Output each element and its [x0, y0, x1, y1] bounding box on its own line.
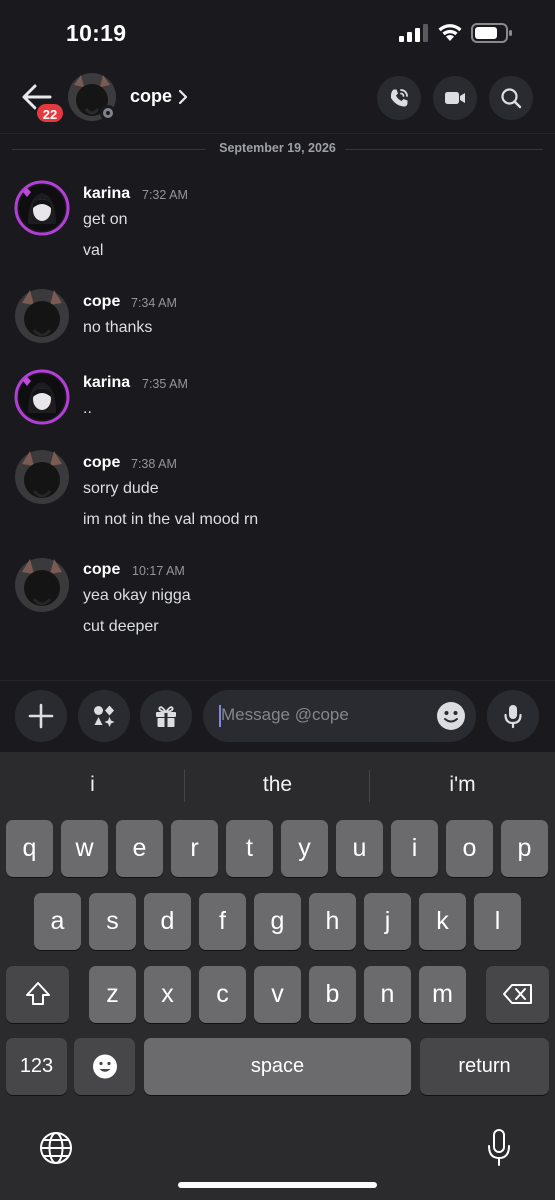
- message-text: sorry dude: [83, 480, 159, 497]
- message-timestamp: 7:35 AM: [142, 377, 188, 391]
- avatar[interactable]: [14, 449, 70, 505]
- message-text: yea okay nigga: [83, 587, 191, 604]
- search-button[interactable]: [489, 76, 533, 120]
- key[interactable]: r: [171, 820, 218, 877]
- key[interactable]: h: [309, 893, 356, 950]
- avatar[interactable]: [14, 180, 70, 236]
- avatar[interactable]: [14, 288, 70, 344]
- suggestion-item[interactable]: the: [185, 770, 370, 800]
- shift-key[interactable]: [6, 966, 69, 1023]
- presence-indicator: [100, 105, 116, 121]
- key[interactable]: f: [199, 893, 246, 950]
- message-author[interactable]: cope: [83, 561, 120, 579]
- gift-button[interactable]: [140, 690, 192, 742]
- key[interactable]: j: [364, 893, 411, 950]
- message-text: ..: [83, 400, 92, 417]
- emoji-icon[interactable]: [436, 701, 466, 731]
- keyboard: i the i'm q w e r t y u i o p a s d f g …: [0, 752, 555, 1200]
- key[interactable]: u: [336, 820, 383, 877]
- message-composer: Message @cope: [0, 680, 555, 752]
- attach-button[interactable]: [15, 690, 67, 742]
- key[interactable]: y: [281, 820, 328, 877]
- key[interactable]: l: [474, 893, 521, 950]
- date-separator: September 19, 2026: [12, 140, 543, 160]
- wifi-icon: [438, 24, 462, 41]
- voice-call-button[interactable]: [377, 76, 421, 120]
- backspace-key[interactable]: [486, 966, 549, 1023]
- status-time: 10:19: [66, 20, 127, 46]
- avatar[interactable]: [14, 557, 70, 613]
- avatar[interactable]: [14, 369, 70, 425]
- home-indicator[interactable]: [178, 1182, 377, 1188]
- status-bar: 10:19: [0, 0, 555, 62]
- apps-button[interactable]: [78, 690, 130, 742]
- message-text: val: [83, 242, 104, 259]
- suggestion-item[interactable]: i'm: [370, 770, 555, 800]
- message-author[interactable]: cope: [83, 293, 120, 311]
- key[interactable]: b: [309, 966, 356, 1023]
- gift-icon: [156, 706, 176, 727]
- key[interactable]: w: [61, 820, 108, 877]
- message-timestamp: 7:38 AM: [131, 457, 177, 471]
- header-divider: [0, 133, 555, 134]
- apps-icon: [94, 705, 115, 727]
- key[interactable]: e: [116, 820, 163, 877]
- numbers-key[interactable]: 123: [6, 1038, 67, 1095]
- battery-icon: [471, 23, 512, 43]
- message-timestamp: 7:34 AM: [131, 296, 177, 310]
- emoji-icon: [92, 1054, 117, 1079]
- date-label: September 19, 2026: [219, 141, 336, 155]
- suggestion-bar: i the i'm: [0, 770, 555, 802]
- plus-icon: [28, 703, 54, 729]
- contact-name[interactable]: cope: [130, 86, 172, 107]
- key[interactable]: n: [364, 966, 411, 1023]
- search-icon: [501, 88, 522, 109]
- shift-icon: [25, 982, 50, 1005]
- globe-icon[interactable]: [38, 1130, 74, 1166]
- key[interactable]: x: [144, 966, 191, 1023]
- chevron-right-icon[interactable]: [177, 88, 189, 106]
- message-timestamp: 10:17 AM: [132, 564, 185, 578]
- key[interactable]: z: [89, 966, 136, 1023]
- key[interactable]: d: [144, 893, 191, 950]
- key[interactable]: c: [199, 966, 246, 1023]
- message-text: get on: [83, 211, 128, 228]
- key[interactable]: k: [419, 893, 466, 950]
- message-timestamp: 7:32 AM: [142, 188, 188, 202]
- message-author[interactable]: karina: [83, 374, 130, 392]
- key[interactable]: m: [419, 966, 466, 1023]
- microphone-icon: [504, 705, 522, 729]
- space-key[interactable]: space: [144, 1038, 411, 1095]
- suggestion-item[interactable]: i: [0, 770, 185, 800]
- key[interactable]: g: [254, 893, 301, 950]
- voice-call-icon: [390, 89, 408, 107]
- key[interactable]: v: [254, 966, 301, 1023]
- backspace-icon: [502, 984, 532, 1004]
- unread-badge: 22: [35, 102, 65, 124]
- message-text: im not in the val mood rn: [83, 511, 259, 528]
- key[interactable]: t: [226, 820, 273, 877]
- voice-message-button[interactable]: [487, 690, 539, 742]
- key[interactable]: o: [446, 820, 493, 877]
- key[interactable]: q: [6, 820, 53, 877]
- chat-header: 22 cope: [0, 62, 555, 134]
- video-call-icon: [445, 92, 465, 104]
- key[interactable]: a: [34, 893, 81, 950]
- message-author[interactable]: cope: [83, 454, 120, 472]
- emoji-key[interactable]: [74, 1038, 135, 1095]
- video-call-button[interactable]: [433, 76, 477, 120]
- return-key[interactable]: return: [420, 1038, 549, 1095]
- message-text: no thanks: [83, 319, 153, 336]
- dictation-microphone-icon[interactable]: [484, 1128, 514, 1168]
- key[interactable]: i: [391, 820, 438, 877]
- cellular-signal-icon: [399, 24, 428, 42]
- key[interactable]: p: [501, 820, 548, 877]
- message-text: cut deeper: [83, 618, 159, 635]
- message-author[interactable]: karina: [83, 185, 130, 203]
- message-placeholder: Message @cope: [221, 705, 349, 724]
- key[interactable]: s: [89, 893, 136, 950]
- message-input[interactable]: Message @cope: [203, 690, 476, 742]
